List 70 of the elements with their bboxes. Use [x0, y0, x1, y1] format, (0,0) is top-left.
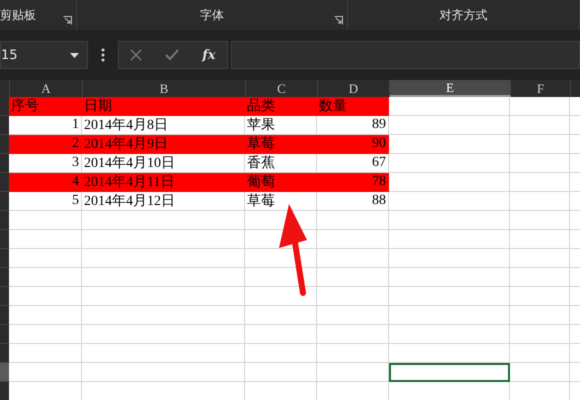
table-cell: 香蕉: [245, 154, 317, 173]
table-cell: [510, 325, 570, 344]
table-cell: [510, 249, 570, 268]
row-header[interactable]: [0, 249, 9, 268]
table-cell: 2: [9, 135, 82, 154]
row-header[interactable]: [0, 268, 9, 287]
table-cell: 品类: [245, 97, 317, 116]
table-cell: 数量: [317, 97, 389, 116]
formula-input[interactable]: [231, 41, 580, 69]
row-header[interactable]: [0, 192, 9, 211]
selected-cell[interactable]: [389, 363, 510, 382]
insert-function-button[interactable]: fx: [200, 46, 218, 64]
cancel-icon[interactable]: [128, 47, 144, 63]
row-header[interactable]: [0, 97, 9, 116]
row-header[interactable]: [0, 230, 9, 249]
table-cell: 草莓: [245, 135, 317, 154]
table-cell: [510, 173, 570, 192]
row-header[interactable]: [0, 306, 9, 325]
row-header[interactable]: [0, 173, 9, 192]
ribbon-group-label: 字体: [200, 7, 224, 24]
table-cell: 葡萄: [245, 173, 317, 192]
table-cell: [510, 211, 570, 230]
table-cell: 78: [317, 173, 389, 192]
table-cell: 2014年4月10日: [82, 154, 245, 173]
table-cell: 89: [317, 116, 389, 135]
table-cell: 5: [9, 192, 82, 211]
row-header[interactable]: [0, 382, 9, 400]
table-cell: 序号: [9, 97, 82, 116]
table-cell: 3: [9, 154, 82, 173]
table-cell: 2014年4月12日: [82, 192, 245, 211]
table-cell: [510, 116, 570, 135]
dialog-launcher-icon[interactable]: [63, 16, 72, 25]
table-cell: [510, 192, 570, 211]
row-header[interactable]: [0, 325, 9, 344]
table-cell: [510, 97, 570, 116]
row-header[interactable]: [0, 154, 9, 173]
row-header[interactable]: [0, 344, 9, 363]
more-options-icon[interactable]: [101, 48, 105, 62]
table-cell: 2014年4月8日: [82, 116, 245, 135]
check-icon[interactable]: [163, 47, 182, 63]
ribbon-group-label: 对齐方式: [440, 7, 488, 24]
table-cell: [510, 268, 570, 287]
row-header[interactable]: [0, 211, 9, 230]
table-cell: [510, 287, 570, 306]
table-cell: [510, 363, 570, 382]
table-cell: [510, 154, 570, 173]
table-cell: 日期: [82, 97, 245, 116]
table-cell: 90: [317, 135, 389, 154]
table-cell: [510, 230, 570, 249]
row-header[interactable]: [0, 116, 9, 135]
table-cell: 4: [9, 173, 82, 192]
table-cell: 苹果: [245, 116, 317, 135]
dropdown-caret-icon[interactable]: [70, 52, 79, 58]
column-header[interactable]: E: [390, 80, 511, 97]
table-cell: 88: [317, 192, 389, 211]
ribbon-group-label: 剪贴板: [0, 7, 36, 24]
table-cell: 草莓: [245, 192, 317, 211]
dialog-launcher-icon[interactable]: [334, 16, 343, 25]
table-cell: 2014年4月9日: [82, 135, 245, 154]
row-header[interactable]: [0, 135, 9, 154]
table-cell: 2014年4月11日: [82, 173, 245, 192]
table-cell: 1: [9, 116, 82, 135]
table-cell: [510, 344, 570, 363]
name-box[interactable]: 15: [0, 41, 88, 69]
table-cell: [510, 135, 570, 154]
table-cell: [510, 382, 570, 400]
table-cell: [510, 306, 570, 325]
table-cell: 67: [317, 154, 389, 173]
row-header[interactable]: [0, 363, 9, 382]
row-header[interactable]: [0, 287, 9, 306]
